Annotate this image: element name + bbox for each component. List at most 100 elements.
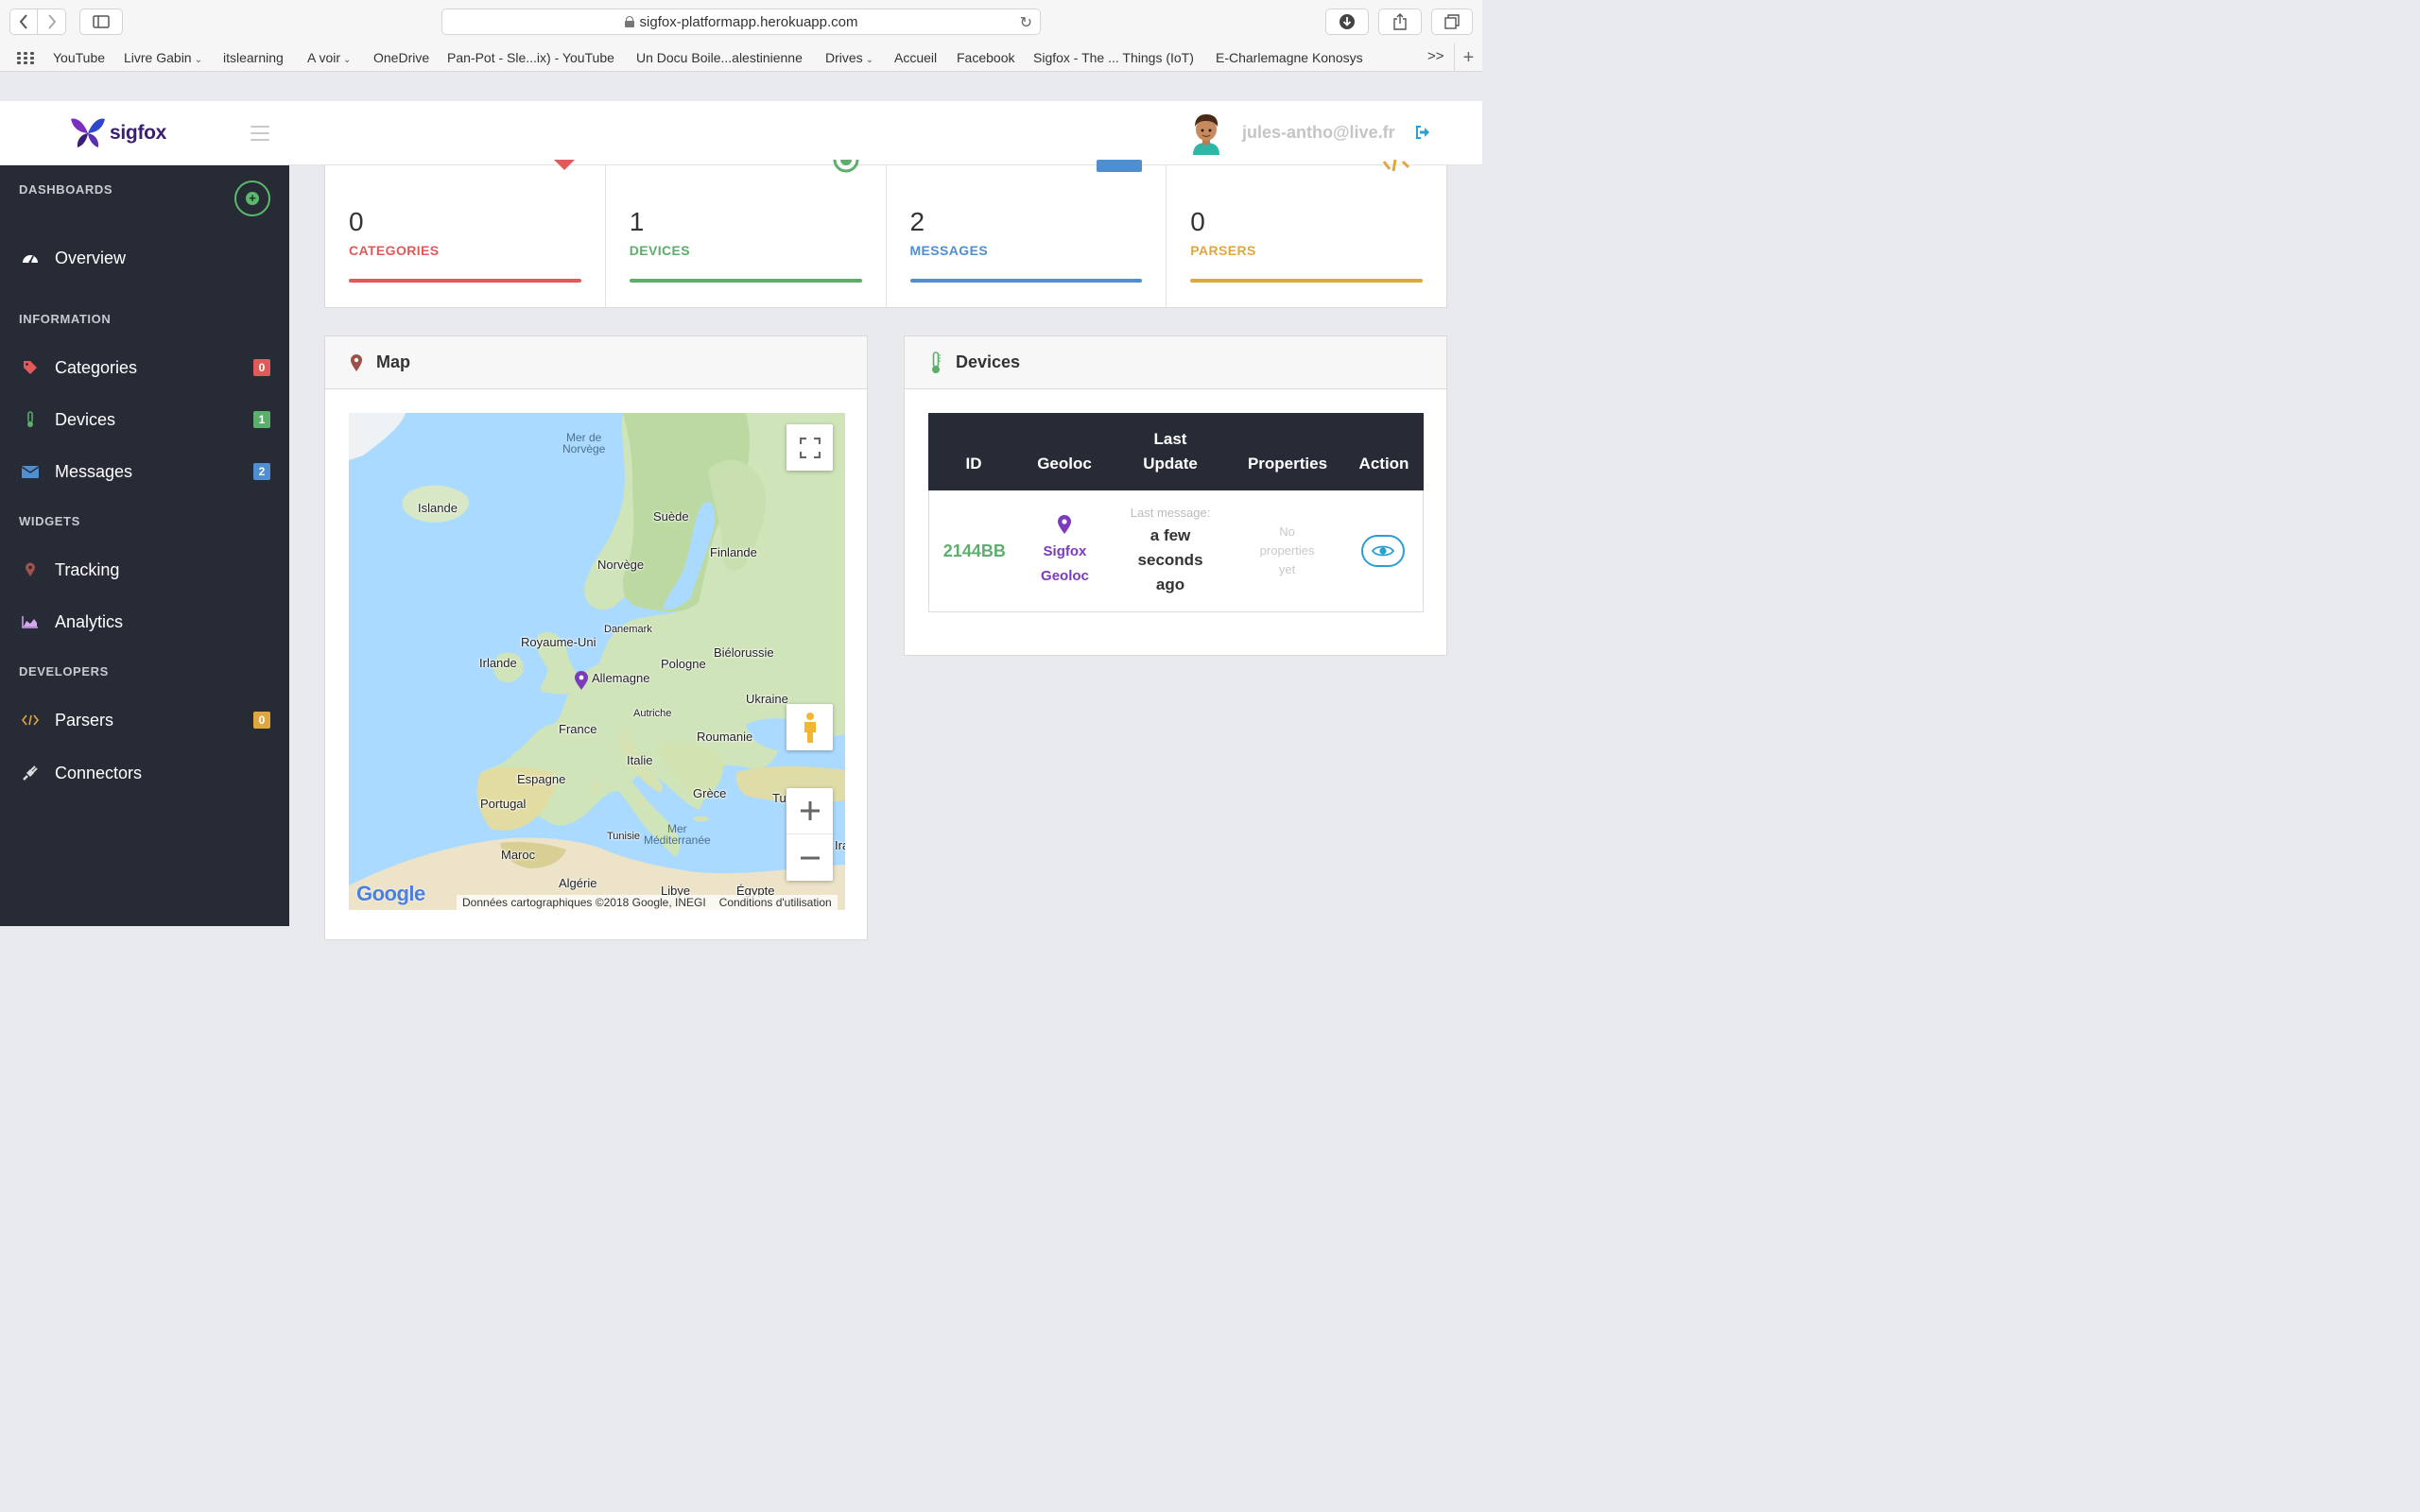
- minus-icon: [800, 856, 820, 859]
- value-line: a few: [1150, 525, 1191, 544]
- map-label: Tu: [772, 791, 786, 805]
- column-header-properties[interactable]: Properties: [1231, 430, 1344, 473]
- sidebar-section-widgets: WIDGETS: [19, 514, 80, 528]
- geoloc-line: Sigfox: [1043, 542, 1087, 559]
- stat-label: PARSERS: [1190, 243, 1256, 258]
- map-label: Mer de Norvège: [562, 431, 606, 455]
- map-label: Maroc: [501, 848, 536, 862]
- europe-map: [349, 413, 845, 910]
- map-label: Tunisie: [607, 831, 641, 842]
- zoom-out-button[interactable]: [786, 834, 833, 881]
- map-label: Portugal: [480, 797, 527, 811]
- bookmark-item[interactable]: Pan-Pot - Sle...ix) - YouTube: [447, 50, 614, 65]
- device-last-update: Last message: a few seconds ago: [1110, 506, 1231, 597]
- sidebar-item-analytics[interactable]: Analytics: [0, 603, 289, 641]
- bookmark-item[interactable]: E-Charlemagne Konosys: [1216, 50, 1363, 65]
- view-device-button[interactable]: [1361, 535, 1406, 567]
- tabs-overview-button[interactable]: [1431, 9, 1473, 35]
- map-label: Italie: [627, 753, 653, 767]
- street-view-button[interactable]: [786, 704, 833, 750]
- bookmark-item[interactable]: Facebook: [957, 50, 1014, 65]
- more-bookmarks-button[interactable]: >>: [1427, 48, 1444, 64]
- user-email[interactable]: jules-antho@live.fr: [1242, 123, 1395, 143]
- address-bar[interactable]: sigfox-platformapp.herokuapp.com ↻: [441, 9, 1041, 35]
- sidebar-item-label: Tracking: [55, 559, 120, 579]
- add-dashboard-button[interactable]: +: [234, 180, 270, 216]
- sidebar: DASHBOARDS + Overview INFORMATION Catego…: [0, 165, 289, 926]
- map-panel: Map Mer de Norvège Islande Suède Finland…: [324, 335, 868, 940]
- sidebar-toggle-button[interactable]: [79, 9, 123, 35]
- chevron-down-icon: ⌄: [865, 55, 874, 65]
- map-terms-link[interactable]: Conditions d'utilisation: [719, 896, 832, 909]
- bookmark-item[interactable]: Accueil: [894, 50, 937, 65]
- stat-value: 1: [629, 207, 645, 236]
- map-label: Royaume-Uni: [521, 635, 596, 649]
- device-properties: No properties yet: [1231, 523, 1344, 579]
- device-action: [1343, 535, 1423, 567]
- bookmark-folder[interactable]: Drives ⌄: [825, 50, 873, 65]
- sidebar-item-overview[interactable]: Overview: [0, 239, 289, 277]
- map-pin-icon: [21, 562, 40, 577]
- bookmark-item[interactable]: itslearning: [223, 50, 284, 65]
- apps-grid-icon[interactable]: [17, 52, 34, 64]
- bookmark-item[interactable]: Un Docu Boile...alestinienne: [636, 50, 803, 65]
- bookmark-item[interactable]: OneDrive: [373, 50, 429, 65]
- panel-title: Map: [376, 352, 410, 371]
- reload-icon[interactable]: ↻: [1020, 13, 1032, 32]
- stat-devices[interactable]: 1 DEVICES: [606, 160, 887, 307]
- avatar[interactable]: [1187, 112, 1225, 155]
- column-header-geoloc[interactable]: Geoloc: [1019, 430, 1110, 473]
- value-line: ago: [1155, 575, 1185, 593]
- properties-line: No: [1279, 524, 1295, 539]
- stat-parsers[interactable]: 0 PARSERS: [1167, 160, 1446, 307]
- value-line: seconds: [1137, 550, 1203, 569]
- map-label: Mer Méditerranée: [644, 822, 711, 847]
- sidebar-item-categories[interactable]: Categories 0: [0, 349, 289, 387]
- sidebar-item-label: Connectors: [55, 763, 143, 782]
- sigfox-logo[interactable]: sigfox: [70, 117, 166, 149]
- bookmark-item[interactable]: Sigfox - The ... Things (IoT): [1033, 50, 1194, 65]
- dashboard-gauge-icon: [21, 251, 40, 265]
- google-map[interactable]: Mer de Norvège Islande Suède Finlande Nor…: [349, 413, 845, 910]
- device-id[interactable]: 2144BB: [929, 541, 1020, 561]
- share-button[interactable]: [1378, 9, 1422, 35]
- fullscreen-button[interactable]: [786, 424, 833, 471]
- sidebar-section-information: INFORMATION: [19, 312, 112, 326]
- envelope-icon: [21, 465, 40, 478]
- stat-categories[interactable]: 0 CATEGORIES: [325, 160, 606, 307]
- sidebar-item-devices[interactable]: Devices 1: [0, 401, 289, 438]
- last-message-label: Last message:: [1130, 505, 1211, 520]
- thermometer-icon: [21, 411, 40, 428]
- column-header-id[interactable]: ID: [928, 430, 1019, 473]
- downloads-button[interactable]: [1325, 9, 1369, 35]
- chevron-down-icon: ⌄: [343, 55, 352, 65]
- stats-card: 0 CATEGORIES 1 DEVICES 2 MESSAGES 0 PARS…: [324, 160, 1447, 308]
- sidebar-item-label: Devices: [55, 409, 116, 429]
- bookmark-folder[interactable]: Livre Gabin ⌄: [124, 50, 202, 65]
- forward-button[interactable]: [38, 9, 66, 35]
- stat-messages[interactable]: 2 MESSAGES: [887, 160, 1167, 307]
- zoom-in-button[interactable]: [786, 788, 833, 834]
- sidebar-item-tracking[interactable]: Tracking: [0, 551, 289, 589]
- stat-value: 2: [909, 207, 925, 236]
- device-geoloc[interactable]: Sigfox Geoloc: [1020, 514, 1111, 589]
- stat-bar: [629, 279, 862, 283]
- column-header-action[interactable]: Action: [1344, 430, 1424, 473]
- column-header-last-update[interactable]: Last Update: [1110, 427, 1231, 476]
- pegman-icon: [804, 712, 816, 743]
- menu-toggle-icon[interactable]: [251, 126, 269, 141]
- bookmark-folder[interactable]: A voir ⌄: [307, 50, 351, 65]
- sidebar-item-messages[interactable]: Messages 2: [0, 453, 289, 490]
- plug-icon: [21, 765, 40, 782]
- sidebar-item-parsers[interactable]: Parsers 0: [0, 701, 289, 739]
- stat-label: DEVICES: [629, 243, 691, 258]
- new-tab-button[interactable]: +: [1454, 43, 1482, 72]
- logout-icon[interactable]: [1415, 126, 1430, 139]
- plus-circle-icon: +: [246, 192, 259, 205]
- sidebar-item-connectors[interactable]: Connectors: [0, 754, 289, 792]
- back-button[interactable]: [9, 9, 38, 35]
- url-text: sigfox-platformapp.herokuapp.com: [639, 13, 858, 30]
- google-logo[interactable]: Google: [356, 882, 425, 906]
- map-label: Allemagne: [592, 671, 650, 685]
- bookmark-item[interactable]: YouTube: [53, 50, 105, 65]
